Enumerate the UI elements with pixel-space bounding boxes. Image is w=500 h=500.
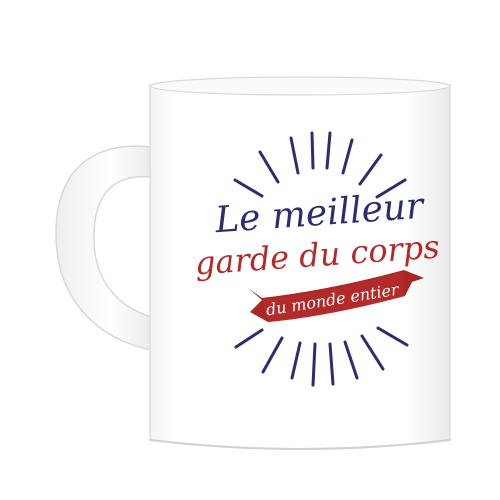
mug-illustration: Le meilleur garde du corps du monde enti… [55, 76, 451, 450]
ray [310, 131, 315, 170]
ray [311, 342, 317, 387]
mug-handle [55, 145, 166, 353]
product-photo: Le meilleur garde du corps du monde enti… [0, 0, 500, 500]
